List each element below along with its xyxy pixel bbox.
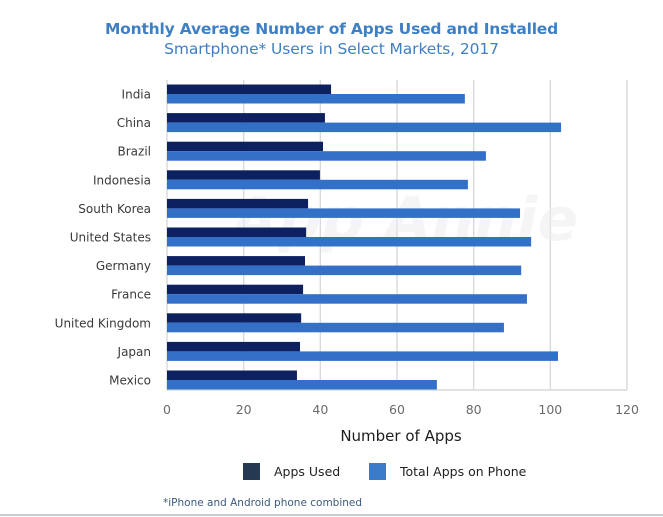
x-axis-title: Number of Apps xyxy=(340,427,462,445)
legend-label-apps-used: Apps Used xyxy=(274,464,341,479)
bar-apps-used-france xyxy=(167,284,304,295)
bar-total-apps-on-phone-germany xyxy=(167,265,522,276)
bar-total-apps-on-phone-india xyxy=(167,94,465,104)
legend-label-total-apps: Total Apps on Phone xyxy=(400,464,527,479)
x-tick-label: 40 xyxy=(312,402,328,417)
x-tick-label: 120 xyxy=(615,402,639,417)
bar-total-apps-on-phone-japan xyxy=(167,351,558,361)
x-tick-label: 0 xyxy=(163,402,171,417)
category-labels: India China Brazil Indonesia South Korea Unit… xyxy=(55,88,151,388)
legend-item-apps-used: Apps Used xyxy=(243,463,340,480)
category-label-france: France xyxy=(111,288,151,302)
bottom-border xyxy=(0,514,663,516)
category-label-germany: Germany xyxy=(96,259,151,273)
category-label-india: India xyxy=(122,88,151,102)
bar-apps-used-indonesia xyxy=(167,170,320,180)
bar-apps-used-united-kingdom xyxy=(167,313,302,323)
bars xyxy=(167,84,562,390)
legend-swatch-apps-used xyxy=(243,463,260,480)
bar-apps-used-brazil xyxy=(167,141,324,152)
bar-apps-used-united-states xyxy=(167,227,307,237)
bar-apps-used-south-korea xyxy=(167,198,309,209)
bar-apps-used-mexico xyxy=(167,370,297,380)
legend-item-total-apps: Total Apps on Phone xyxy=(369,463,526,480)
bar-total-apps-on-phone-china xyxy=(167,122,562,133)
bar-chart: App Annie IndiaChinaBrazilIndonesiaSouth… xyxy=(55,80,639,445)
bar-total-apps-on-phone-france xyxy=(167,294,527,304)
bar-total-apps-on-phone-mexico xyxy=(167,380,437,390)
bar-apps-used-germany xyxy=(167,256,305,266)
category-label-united-states: United States xyxy=(70,231,151,245)
category-label-indonesia: Indonesia xyxy=(93,173,151,187)
x-tick-label: 20 xyxy=(236,402,252,417)
category-label-south-korea: South Korea xyxy=(78,202,151,216)
bar-total-apps-on-phone-united-states xyxy=(167,237,532,247)
bar-total-apps-on-phone-indonesia xyxy=(167,179,468,190)
bar-apps-used-china xyxy=(167,113,325,123)
footnote: *iPhone and Android phone combined xyxy=(163,497,363,509)
category-label-united-kingdom: United Kingdom xyxy=(55,316,151,330)
x-tick-label: 80 xyxy=(466,402,482,417)
x-tick-labels: 0 20 40 60 80 100 120 xyxy=(163,402,639,417)
category-label-china: China xyxy=(117,116,151,130)
legend-swatch-total-apps xyxy=(369,463,386,480)
legend: Apps Used Total Apps on Phone xyxy=(0,463,663,487)
x-tick-label: 100 xyxy=(538,402,562,417)
bar-total-apps-on-phone-south-korea xyxy=(167,208,521,218)
category-label-mexico: Mexico xyxy=(109,374,151,388)
category-label-brazil: Brazil xyxy=(118,145,152,159)
bar-apps-used-india xyxy=(167,84,332,94)
category-label-japan: Japan xyxy=(117,345,151,359)
x-tick-label: 60 xyxy=(389,402,405,417)
bar-total-apps-on-phone-brazil xyxy=(167,151,486,161)
bar-apps-used-japan xyxy=(167,341,301,352)
bar-total-apps-on-phone-united-kingdom xyxy=(167,322,504,333)
